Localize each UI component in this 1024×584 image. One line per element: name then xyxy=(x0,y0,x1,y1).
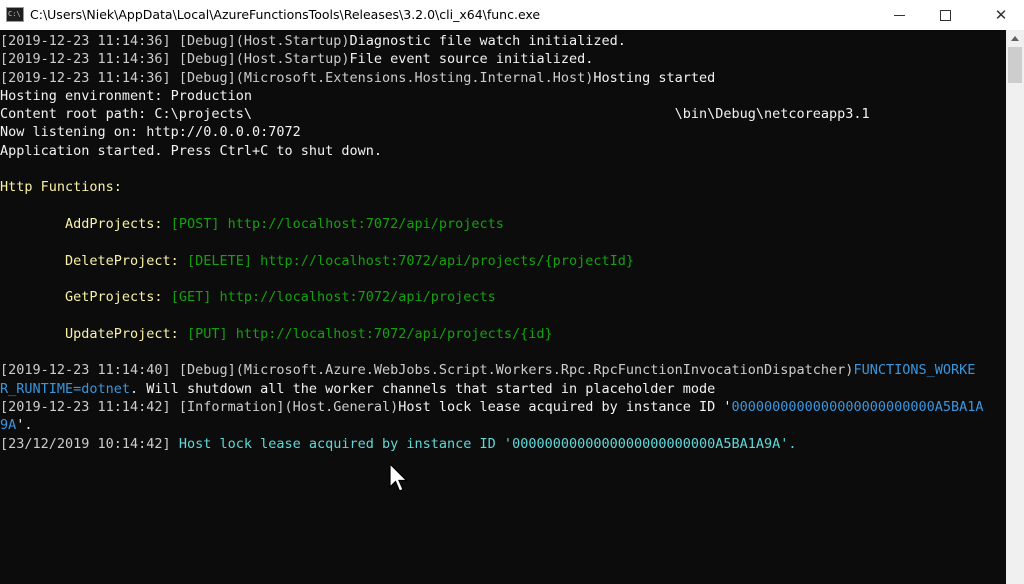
console-text-segment: Application started. Press Ctrl+C to shu… xyxy=(0,142,383,159)
console-text-segment: File event source initialized. xyxy=(349,51,594,68)
console-text-segment: (Host.Startup) xyxy=(235,51,350,68)
console-text-segment: UpdateProject: xyxy=(0,325,187,342)
console-text-segment: (Host.Startup) xyxy=(235,33,350,49)
console-text-segment: [POST] http://localhost:7072/api/project… xyxy=(170,215,504,232)
console-text-segment: GetProjects: xyxy=(0,289,171,306)
console-text-segment: Now listening on: http://0.0.0.0:7072 xyxy=(0,124,301,141)
console-text-segment: [Debug] xyxy=(178,362,236,379)
console-text-segment: Content root path: C:\projects\ \bin\Deb… xyxy=(0,106,870,123)
console-text-segment: 0000000000000000000000000A5BA1A9A xyxy=(512,435,781,452)
console-text-segment: Hosting environment: Production xyxy=(0,87,252,104)
console-text-segment: DeleteProject: xyxy=(0,252,187,269)
console-text-segment: [GET] http://localhost:7072/api/projects xyxy=(170,289,496,306)
console-text-segment: Http Functions: xyxy=(0,179,122,196)
console-text-segment: 0000000000000000000000000A5BA1A xyxy=(731,398,984,415)
minimize-button[interactable] xyxy=(876,0,922,30)
console-text-segment: (Microsoft.Azure.WebJobs.Script.Workers.… xyxy=(235,362,854,379)
console-line: GetProjects: [GET] http://localhost:7072… xyxy=(0,288,984,306)
console-app-icon[interactable]: C:\ xyxy=(6,7,24,22)
console-text-segment: [2019-12-23 11:14:36] xyxy=(0,69,179,86)
console-text-segment: [Debug] xyxy=(178,51,236,68)
console-text-segment: R_RUNTIME=dotnet xyxy=(0,380,131,397)
maximize-icon xyxy=(939,9,951,21)
console-text-segment: [Information] xyxy=(178,398,285,415)
console-text-segment: Diagnostic file watch initialized. xyxy=(349,33,626,49)
scroll-thumb[interactable] xyxy=(1008,47,1022,83)
console-text-segment: Hosting started xyxy=(593,69,716,86)
console-line: Application started. Press Ctrl+C to shu… xyxy=(0,142,984,160)
console-text-segment: '. xyxy=(780,435,797,452)
console-text-segment: FUNCTIONS_WORKE xyxy=(853,362,976,379)
console-text-segment: Host lock lease acquired by instance ID … xyxy=(178,435,513,452)
title-bar[interactable]: C:\ C:\Users\Niek\AppData\Local\AzureFun… xyxy=(0,0,1024,30)
console-text-segment: [PUT] http://localhost:7072/api/projects… xyxy=(186,325,553,342)
console-text-segment: '. xyxy=(16,417,33,434)
vertical-scrollbar[interactable] xyxy=(1006,30,1024,584)
console-line: [2019-12-23 11:14:42] [Information](Host… xyxy=(0,398,984,416)
console-text-segment: (Host.General) xyxy=(284,398,399,415)
console-line: [2019-12-23 11:14:36] [Debug](Microsoft.… xyxy=(0,69,984,87)
console-text-segment: 9A xyxy=(0,417,17,434)
console-text-segment: [23/12/2019 10:14:42] xyxy=(0,435,179,452)
console-text-segment: Host lock lease acquired by instance ID … xyxy=(398,398,732,415)
console-lines: [2019-12-23 11:14:36] [Debug](Host.Start… xyxy=(0,32,984,453)
console-line: Now listening on: http://0.0.0.0:7072 xyxy=(0,123,984,141)
scroll-up-button[interactable] xyxy=(1006,30,1024,47)
console-line: UpdateProject: [PUT] http://localhost:70… xyxy=(0,325,984,343)
console-line: [23/12/2019 10:14:42] Host lock lease ac… xyxy=(0,435,984,453)
close-button[interactable]: ✕ xyxy=(978,0,1024,30)
console-line: AddProjects: [POST] http://localhost:707… xyxy=(0,215,984,233)
console-line: Content root path: C:\projects\ \bin\Deb… xyxy=(0,105,984,123)
console-line: 9A'. xyxy=(0,416,984,434)
console-text-segment: AddProjects: xyxy=(0,215,171,232)
arrow-up-icon xyxy=(1011,36,1019,41)
console-text-segment: [2019-12-23 11:14:40] xyxy=(0,362,179,379)
console-text-segment: [Debug] xyxy=(178,33,236,49)
minimize-icon xyxy=(893,14,905,16)
console-line: [2019-12-23 11:14:40] [Debug](Microsoft.… xyxy=(0,361,984,379)
console-text-segment: . Will shutdown all the worker channels … xyxy=(130,380,716,397)
console-text-segment: [2019-12-23 11:14:42] xyxy=(0,398,179,415)
console-line: Hosting environment: Production xyxy=(0,87,984,105)
console-text-segment: [2019-12-23 11:14:36] xyxy=(0,33,179,49)
window-title: C:\Users\Niek\AppData\Local\AzureFunctio… xyxy=(30,7,541,22)
console-line: [2019-12-23 11:14:36] [Debug](Host.Start… xyxy=(0,32,984,50)
console-text-segment: [2019-12-23 11:14:36] xyxy=(0,51,179,68)
console-text-segment: [DELETE] http://localhost:7072/api/proje… xyxy=(186,252,634,269)
console-text-segment: [Debug] xyxy=(178,69,236,86)
console-line: Http Functions: xyxy=(0,178,984,196)
mouse-pointer-icon xyxy=(389,463,408,492)
console-output[interactable]: [2019-12-23 11:14:36] [Debug](Host.Start… xyxy=(0,30,1006,584)
console-line: DeleteProject: [DELETE] http://localhost… xyxy=(0,252,984,270)
console-text-segment: (Microsoft.Extensions.Hosting.Internal.H… xyxy=(235,69,594,86)
console-line: [2019-12-23 11:14:36] [Debug](Host.Start… xyxy=(0,50,984,68)
close-icon: ✕ xyxy=(994,6,1008,24)
maximize-button[interactable] xyxy=(922,0,968,30)
console-line: R_RUNTIME=dotnet. Will shutdown all the … xyxy=(0,380,984,398)
